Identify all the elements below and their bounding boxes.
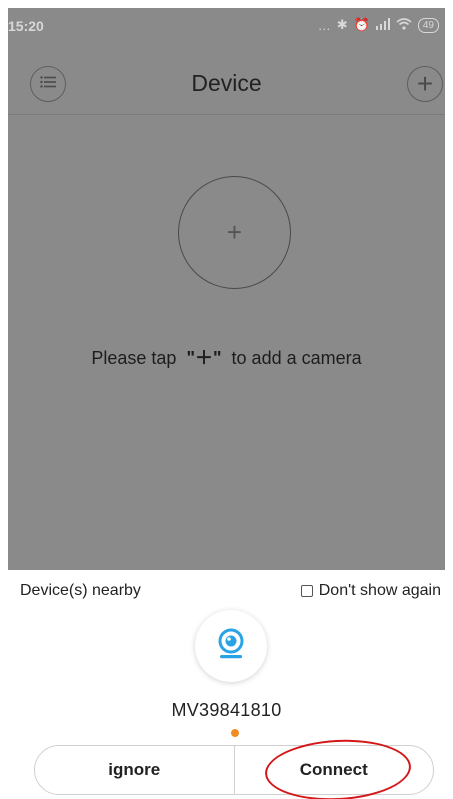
plus-icon: + <box>226 217 243 247</box>
device-name: MV39841810 <box>171 700 282 720</box>
dont-show-again-checkbox[interactable]: Don't show again <box>300 582 441 600</box>
ignore-button[interactable]: ignore <box>35 746 234 794</box>
battery-icon: 49 <box>417 17 439 33</box>
connect-button[interactable]: Connect <box>233 736 434 799</box>
empty-message-before: Please tap <box>91 348 177 368</box>
nearby-devices-title: Device(s) nearby <box>20 582 141 599</box>
add-camera-button[interactable]: + <box>178 176 291 289</box>
nearby-devices-sheet: Device(s) nearby Don't show again MV3984… <box>8 570 445 799</box>
plus-icon: + <box>416 68 434 99</box>
dimmed-background: 15:20 … ✱ ⏰ 49 Device + + Please tap "＋"… <box>8 8 445 570</box>
wifi-icon <box>396 17 412 33</box>
status-icons: … ✱ ⏰ 49 <box>318 17 439 33</box>
add-device-button[interactable]: + <box>407 66 443 102</box>
more-dots-icon: … <box>317 17 331 33</box>
header-bar: Device + <box>8 60 445 110</box>
status-bar: 15:20 … ✱ ⏰ 49 <box>8 8 445 50</box>
checkbox-box[interactable] <box>300 585 313 597</box>
status-time: 15:20 <box>8 18 44 34</box>
action-buttons: ignore Connect <box>34 736 434 799</box>
device-status-dot <box>231 729 239 737</box>
empty-state-message: Please tap "＋" to add a camera <box>8 344 445 370</box>
dont-show-again-label: Don't show again <box>318 582 441 599</box>
camera-icon <box>214 627 248 666</box>
page-title: Device <box>191 70 262 96</box>
empty-message-after: to add a camera <box>231 348 362 368</box>
empty-message-symbol: "＋" <box>186 348 222 368</box>
connect-button-label: Connect <box>299 760 368 779</box>
signal-icon <box>375 17 390 33</box>
alarm-icon: ⏰ <box>353 17 370 32</box>
device-avatar[interactable] <box>195 610 267 682</box>
bluetooth-icon: ✱ <box>336 17 348 32</box>
header-divider <box>8 114 445 115</box>
app-screen: 15:20 … ✱ ⏰ 49 Device + + Please tap "＋"… <box>8 8 445 799</box>
